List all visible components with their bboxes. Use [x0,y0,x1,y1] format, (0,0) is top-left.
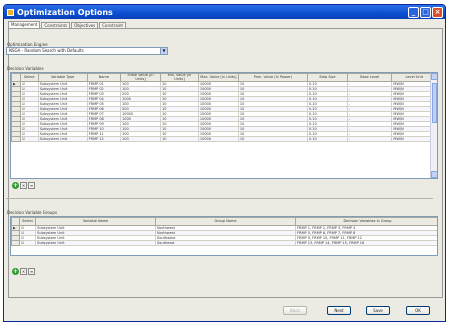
column-header[interactable]: Base Level [346,73,393,82]
minimize-button[interactable]: _ [408,6,419,18]
select-checkbox[interactable]: ☑ [19,136,39,142]
table-cell: Southeast [155,240,296,246]
table-row[interactable]: ☑ Subsystem Unit Southeast FRMP 13, FRMP 14… [11,240,437,246]
table-cell: 0.10 [306,136,348,142]
close-button[interactable]: × [432,6,443,18]
edit-button[interactable]: ≡ [28,268,35,275]
table-cell: Subsystem Unit [37,136,88,142]
column-header[interactable]: Group Name [155,217,296,226]
groups-table: Select Variable Name Group Name Decision Va… [11,217,437,246]
decision-variables-label: Decision Variables [7,66,44,71]
table-cell: 10000 [197,136,239,142]
back-button[interactable]: Back [283,306,307,315]
table-cell: 10 [160,136,199,142]
column-header[interactable] [11,73,21,82]
vertical-scrollbar[interactable] [430,73,437,178]
column-header[interactable]: Select [19,217,36,226]
column-header[interactable]: Step Size [306,73,348,82]
app-icon [7,8,14,16]
table-cell [11,136,21,142]
groups-label: Decision Variable Groups [7,210,58,215]
table-row[interactable]: ☑ Subsystem Unit FRMP 12 100 10 10000 10 0.10- M… [11,136,437,142]
select-checkbox[interactable]: ☑ [19,240,36,246]
ok-button[interactable]: OK [406,306,430,315]
add-icon[interactable]: + [12,268,19,275]
title-bar[interactable]: Optimization Options _ □ × [4,5,445,19]
groups-grid[interactable]: Select Variable Name Group Name Decision Va… [10,216,438,256]
maximize-button[interactable]: □ [420,6,431,18]
add-icon[interactable]: + [12,182,19,189]
table-cell: FRMP 13, FRMP 14, FRMP 15, FRMP 16 [295,240,437,246]
edit-button[interactable]: ≡ [28,182,35,189]
column-header[interactable] [11,217,20,226]
table-cell: - [346,136,393,142]
chevron-down-icon[interactable]: ▼ [160,48,167,54]
section-divider [6,198,433,199]
decision-variables-grid[interactable]: Select Variable Type Name Initial Value [in… [10,72,438,179]
table-cell: FRMP 12 [86,136,122,142]
column-header[interactable]: Select [19,73,39,82]
column-header[interactable]: Initial Value [in Units] [119,73,162,82]
scroll-up-icon[interactable] [431,73,437,80]
remove-button[interactable]: × [20,268,27,275]
table-cell [11,240,20,246]
table-cell: 10 [237,136,308,142]
column-header[interactable]: Max. Value [in Units] [197,73,239,82]
column-header[interactable]: Decision Variables in Group [295,217,437,226]
column-header[interactable]: Min. Value [in Units] [160,73,199,82]
next-button[interactable]: Next [327,306,351,315]
column-header[interactable]: Name [86,73,122,82]
decision-variables-toolbar: + × ≡ [12,182,35,189]
column-header[interactable]: Prec. Value (% Power) [237,73,308,82]
groups-toolbar: + × ≡ [12,268,35,275]
column-header[interactable]: Variable Name [35,217,156,226]
engine-select-value: NSGA - Random Search with Defaults [9,48,84,53]
remove-button[interactable]: × [20,182,27,189]
window-title: Optimization Options [17,7,113,17]
table-cell: Subsystem Unit [35,240,156,246]
engine-select[interactable]: NSGA - Random Search with Defaults ▼ [6,47,168,55]
decision-variables-table: Select Variable Type Name Initial Value [in… [11,73,437,142]
scroll-thumb[interactable] [432,83,437,123]
save-button[interactable]: Save [366,306,390,315]
scroll-down-icon[interactable] [431,171,437,178]
column-header[interactable]: Variable Type [37,73,88,82]
table-cell: 100 [119,136,162,142]
